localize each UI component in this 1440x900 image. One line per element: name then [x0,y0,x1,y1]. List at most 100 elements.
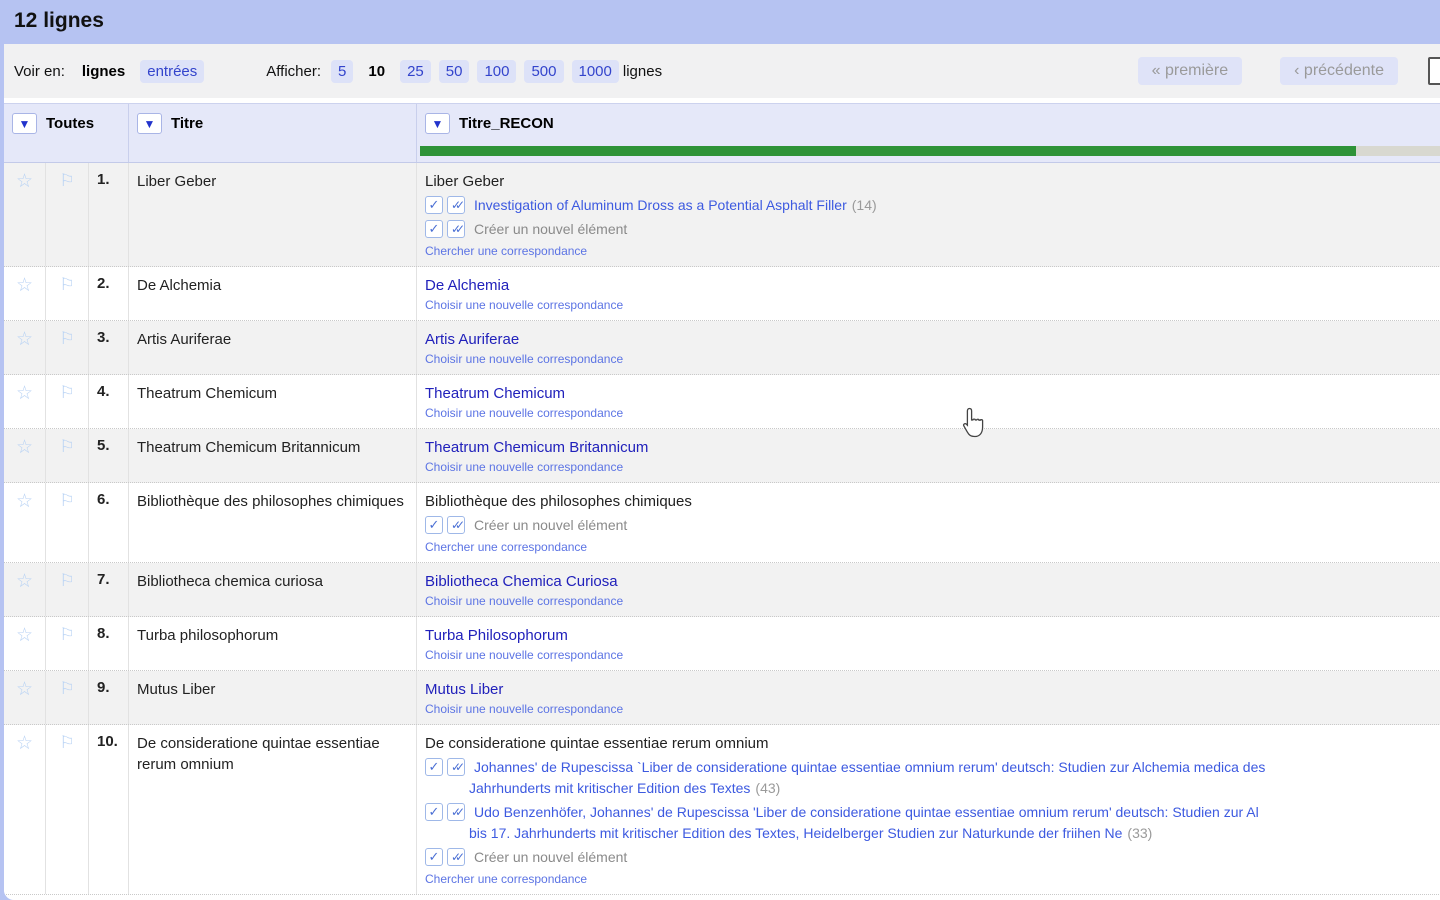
row-index: 2. [89,267,129,320]
page-size-25[interactable]: 25 [400,60,431,83]
recon-action: Chercher une correspondance [425,242,1440,260]
star-toggle[interactable]: ☆ [4,671,46,724]
titre-recon-column-menu-button[interactable]: ▼ [425,113,450,134]
flag-toggle[interactable]: ⚐ [46,671,89,724]
flag-toggle[interactable]: ⚐ [46,429,89,482]
star-toggle[interactable]: ☆ [4,725,46,894]
page-size-5[interactable]: 5 [331,60,353,83]
page-size-100[interactable]: 100 [477,60,516,83]
choose-new-match-link[interactable]: Choisir une nouvelle correspondance [425,648,623,662]
flag-toggle[interactable]: ⚐ [46,267,89,320]
cell-value-text: Bibliothèque des philosophes chimiques [425,491,1440,512]
page-size-50[interactable]: 50 [439,60,470,83]
match-this-cell-checkbox[interactable]: ✓ [425,516,443,534]
chevron-down-icon: ▼ [19,118,31,130]
titre-recon-cell: De Alchemia Choisir une nouvelle correspo… [417,267,1440,320]
recon-action: Choisir une nouvelle correspondance [425,592,1440,610]
match-all-identical-cells-checkbox[interactable]: ✓✓ [447,516,465,534]
flag-toggle[interactable]: ⚐ [46,163,89,266]
matched-entity-link[interactable]: De Alchemia [425,275,509,296]
star-toggle[interactable]: ☆ [4,563,46,616]
choose-new-match-link[interactable]: Choisir une nouvelle correspondance [425,406,623,420]
column-header-titre: ▼ Titre [129,104,417,162]
matched-entity-link[interactable]: Mutus Liber [425,679,503,700]
titre-recon-cell: De consideratione quintae essentiae reru… [417,725,1440,894]
choose-new-match-link[interactable]: Choisir une nouvelle correspondance [425,352,623,366]
matched-entity-link[interactable]: Bibliotheca Chemica Curiosa [425,571,618,592]
titre-cell: De consideratione quintae essentiae reru… [129,725,417,894]
choose-new-match-link[interactable]: Choisir une nouvelle correspondance [425,594,623,608]
recon-action: Choisir une nouvelle correspondance [425,458,1440,476]
choose-new-match-link[interactable]: Choisir une nouvelle correspondance [425,460,623,474]
row-index: 5. [89,429,129,482]
choose-new-match-link[interactable]: Choisir une nouvelle correspondance [425,298,623,312]
matched-entity-link[interactable]: Turba Philosophorum [425,625,568,646]
toolbar: Voir en: lignesentrées Afficher: 5102550… [4,44,1440,98]
flag-toggle[interactable]: ⚐ [46,375,89,428]
match-all-identical-cells-checkbox[interactable]: ✓✓ [447,196,465,214]
candidate-link[interactable]: Johannes' de Rupescissa `Liber de consid… [469,759,1265,796]
flag-toggle[interactable]: ⚐ [46,617,89,670]
titre-recon-cell: Mutus Liber Choisir une nouvelle correspo… [417,671,1440,724]
flag-toggle[interactable]: ⚐ [46,725,89,894]
titre-recon-cell: Theatrum Chemicum Britannicum Choisir une… [417,429,1440,482]
search-for-match-link[interactable]: Chercher une correspondance [425,540,587,554]
page-number-input[interactable] [1428,57,1440,85]
titre-cell: Theatrum Chemicum Britannicum [129,429,417,482]
match-this-cell-checkbox[interactable]: ✓ [425,848,443,866]
candidate-link[interactable]: Investigation of Aluminum Dross as a Pot… [474,197,847,213]
first-page-button[interactable]: « première [1138,57,1242,85]
matched-entity-link[interactable]: Theatrum Chemicum Britannicum [425,437,648,458]
row-index: 1. [89,163,129,266]
match-all-identical-cells-checkbox[interactable]: ✓✓ [447,803,465,821]
star-toggle[interactable]: ☆ [4,483,46,562]
create-new-item-label: Créer un nouvel élément [474,219,627,240]
recon-action: Choisir une nouvelle correspondance [425,296,1440,314]
titre-cell: Bibliotheca chemica curiosa [129,563,417,616]
match-all-identical-cells-checkbox[interactable]: ✓✓ [447,220,465,238]
cell-value-text: Liber Geber [425,171,1440,192]
choose-new-match-link[interactable]: Choisir une nouvelle correspondance [425,702,623,716]
view-mode-label: Voir en: [14,63,65,80]
star-toggle[interactable]: ☆ [4,267,46,320]
cell-value-text: De consideratione quintae essentiae reru… [425,733,1440,754]
match-this-cell-checkbox[interactable]: ✓ [425,803,443,821]
star-toggle[interactable]: ☆ [4,617,46,670]
titre-recon-cell: Bibliotheca Chemica Curiosa Choisir une n… [417,563,1440,616]
match-all-identical-cells-checkbox[interactable]: ✓✓ [447,848,465,866]
page-size-1000[interactable]: 1000 [572,60,619,83]
table-row: ☆⚐3.Artis AuriferaeArtis AuriferaeChoisi… [4,321,1440,375]
page-sizes: 51025501005001000 [331,60,619,83]
matched-entity-link[interactable]: Theatrum Chemicum [425,383,565,404]
titre-column-menu-button[interactable]: ▼ [137,113,162,134]
star-toggle[interactable]: ☆ [4,429,46,482]
match-this-cell-checkbox[interactable]: ✓ [425,220,443,238]
star-toggle[interactable]: ☆ [4,163,46,266]
matched-entity-link[interactable]: Artis Auriferae [425,329,519,350]
titre-recon-column-label: Titre_RECON [459,115,554,132]
flag-toggle[interactable]: ⚐ [46,483,89,562]
star-toggle[interactable]: ☆ [4,375,46,428]
previous-page-button[interactable]: ‹ précédente [1280,57,1398,85]
match-all-identical-cells-checkbox[interactable]: ✓✓ [447,758,465,776]
candidate-score: (43) [755,780,780,796]
table-body: ☆⚐1.Liber GeberLiber Geber✓✓✓Investigati… [4,163,1440,895]
table-row: ☆⚐5.Theatrum Chemicum BritannicumTheatru… [4,429,1440,483]
search-for-match-link[interactable]: Chercher une correspondance [425,244,587,258]
match-this-cell-checkbox[interactable]: ✓ [425,758,443,776]
all-column-menu-button[interactable]: ▼ [12,113,37,134]
flag-toggle[interactable]: ⚐ [46,321,89,374]
match-this-cell-checkbox[interactable]: ✓ [425,196,443,214]
create-new-row: ✓✓✓ Créer un nouvel élément [425,219,1440,240]
titre-cell: Artis Auriferae [129,321,417,374]
flag-toggle[interactable]: ⚐ [46,563,89,616]
view-option-lignes: lignes [75,60,132,83]
create-new-row: ✓✓✓Créer un nouvel élément [425,515,1440,536]
view-options: lignes entrées [75,60,204,83]
view-option-entrées[interactable]: entrées [140,60,204,83]
search-for-match-link[interactable]: Chercher une correspondance [425,872,587,886]
page-size-500[interactable]: 500 [524,60,563,83]
recon-candidate: ✓✓✓ Investigation of Aluminum Dross as a … [425,195,1440,216]
star-toggle[interactable]: ☆ [4,321,46,374]
rows-count-bar: 12 lignes [0,0,1440,44]
